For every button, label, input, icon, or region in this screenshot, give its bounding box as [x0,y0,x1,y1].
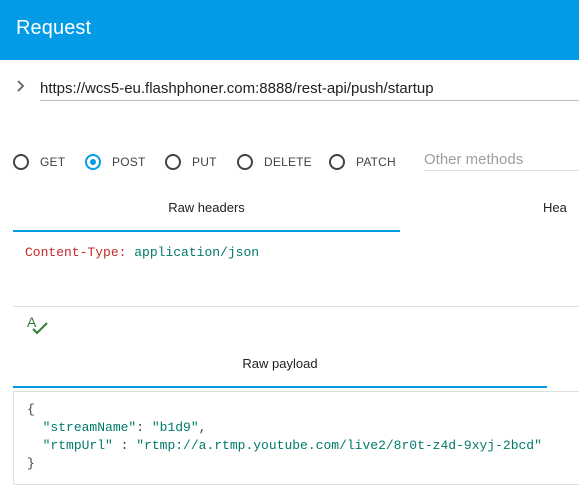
json-separator: : [136,420,152,435]
page-title: Request [16,17,92,39]
radio-circle[interactable] [165,154,181,170]
radio-circle[interactable] [85,154,101,170]
header-value: application/json [134,245,260,260]
method-label: PATCH [356,155,396,169]
url-input[interactable] [40,76,579,101]
method-radio-delete[interactable]: DELETE [237,154,312,170]
tab-headers[interactable]: Hea [543,190,579,230]
header-key: Content-Type: [25,245,127,260]
payload-line-rtmpurl: "rtmpUrl" : "rtmp://a.rtmp.youtube.com/l… [27,437,542,455]
method-radio-patch[interactable]: PATCH [329,154,396,170]
method-label: POST [112,155,146,169]
tab-raw-payload[interactable]: Raw payload [13,344,547,388]
radio-circle[interactable] [237,154,253,170]
json-key: "streamName" [42,420,137,435]
json-string: "b1d9" [151,420,199,435]
header-line: Content-Type: application/json [25,245,259,260]
validate-icon[interactable]: A [26,314,50,336]
payload-line-close: } [27,456,35,471]
payload-editor[interactable]: { "streamName": "b1d9", "rtmpUrl" : "rtm… [13,391,579,485]
method-label: DELETE [264,155,312,169]
method-radio-put[interactable]: PUT [165,154,217,170]
payload-line-streamname: "streamName": "b1d9", [27,419,207,437]
json-comma: , [198,420,207,435]
json-key: "rtmpUrl" [42,438,113,453]
url-row [0,62,579,102]
json-separator: : [112,438,137,453]
tab-raw-headers[interactable]: Raw headers [13,190,400,232]
method-label: PUT [192,155,217,169]
svg-text:A: A [27,314,37,330]
raw-headers-editor[interactable]: Content-Type: application/json [13,232,579,307]
other-methods-input[interactable] [424,148,579,171]
method-label: GET [40,155,66,169]
radio-circle[interactable] [329,154,345,170]
json-string: "rtmp://a.rtmp.youtube.com/live2/8r0t-z4… [136,438,542,453]
app-header: Request [0,0,579,60]
method-radio-get[interactable]: GET [13,154,65,170]
payload-line-open: { [27,402,35,417]
radio-circle[interactable] [13,154,29,170]
chevron-right-icon[interactable] [14,79,28,93]
method-radio-post[interactable]: POST [85,154,145,170]
headers-tabs: Raw headers Hea [13,190,579,232]
